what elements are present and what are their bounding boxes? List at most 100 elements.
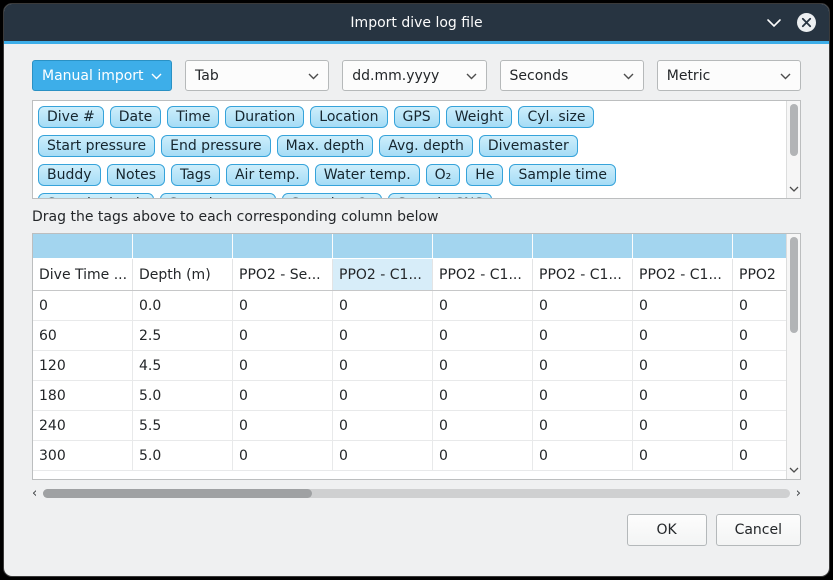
- column-drop-target[interactable]: [633, 234, 733, 258]
- duration-format-combobox[interactable]: Seconds: [500, 60, 644, 91]
- column-drop-target[interactable]: [433, 234, 533, 258]
- table-cell[interactable]: 0: [733, 291, 786, 321]
- scroll-down-icon[interactable]: [787, 180, 800, 196]
- column-drop-target[interactable]: [333, 234, 433, 258]
- table-cell[interactable]: 0: [533, 321, 633, 351]
- table-cell[interactable]: 2.5: [133, 321, 233, 351]
- table-cell[interactable]: 300: [33, 441, 133, 471]
- tag-gps[interactable]: GPS: [394, 106, 440, 128]
- tag-start-pressure[interactable]: Start pressure: [38, 135, 155, 157]
- table-cell[interactable]: 0: [533, 441, 633, 471]
- column-drop-target[interactable]: [733, 234, 786, 258]
- table-cell[interactable]: 0: [233, 441, 333, 471]
- table-cell[interactable]: 0: [333, 321, 433, 351]
- tag-cyl-size[interactable]: Cyl. size: [518, 106, 594, 128]
- column-header[interactable]: Dive Time ...: [33, 259, 133, 290]
- scroll-right-icon[interactable]: ›: [796, 487, 801, 500]
- tag-time[interactable]: Time: [167, 106, 219, 128]
- table-cell[interactable]: 0: [533, 351, 633, 381]
- scrollbar-track[interactable]: [43, 489, 790, 498]
- table-cell[interactable]: 0: [233, 351, 333, 381]
- scrollbar-handle[interactable]: [790, 104, 798, 156]
- table-cell[interactable]: 4.5: [133, 351, 233, 381]
- column-header[interactable]: PPO2 - Se...: [233, 259, 333, 290]
- column-header[interactable]: PPO2: [733, 259, 786, 290]
- table-cell[interactable]: 0: [433, 411, 533, 441]
- tag-end-pressure[interactable]: End pressure: [161, 135, 271, 157]
- close-button[interactable]: [796, 12, 817, 33]
- table-cell[interactable]: 0: [433, 381, 533, 411]
- table-cell[interactable]: 0.0: [133, 291, 233, 321]
- tag-buddy[interactable]: Buddy: [38, 164, 101, 186]
- column-drop-target[interactable]: [33, 234, 133, 258]
- scroll-left-icon[interactable]: ‹: [32, 487, 37, 500]
- table-vertical-scrollbar[interactable]: [786, 234, 800, 479]
- tag-dive[interactable]: Dive #: [38, 106, 104, 128]
- table-cell[interactable]: 5.5: [133, 411, 233, 441]
- table-cell[interactable]: 0: [433, 321, 533, 351]
- table-cell[interactable]: 0: [233, 411, 333, 441]
- table-cell[interactable]: 0: [533, 411, 633, 441]
- tag-he[interactable]: He: [466, 164, 503, 186]
- date-format-combobox[interactable]: dd.mm.yyyy: [342, 60, 486, 91]
- table-cell[interactable]: 0: [733, 321, 786, 351]
- column-drop-target[interactable]: [533, 234, 633, 258]
- tag-sample-depth[interactable]: Sample depth: [38, 193, 154, 198]
- table-cell[interactable]: 0: [433, 351, 533, 381]
- scroll-down-icon[interactable]: [787, 461, 800, 477]
- table-cell[interactable]: 0: [433, 441, 533, 471]
- tag-water-temp[interactable]: Water temp.: [315, 164, 420, 186]
- table-cell[interactable]: 60: [33, 321, 133, 351]
- tag-avg-depth[interactable]: Avg. depth: [379, 135, 473, 157]
- table-horizontal-scrollbar[interactable]: ‹ ›: [32, 485, 801, 501]
- tag-o[interactable]: O₂: [426, 164, 461, 186]
- table-cell[interactable]: 0: [233, 291, 333, 321]
- tag-air-temp[interactable]: Air temp.: [226, 164, 309, 186]
- scrollbar-handle[interactable]: [43, 489, 312, 498]
- table-cell[interactable]: 0: [633, 411, 733, 441]
- tag-tags[interactable]: Tags: [171, 164, 220, 186]
- table-cell[interactable]: 0: [333, 441, 433, 471]
- table-cell[interactable]: 0: [733, 411, 786, 441]
- tag-sample-po[interactable]: Sample pO₂: [282, 193, 382, 198]
- table-cell[interactable]: 0: [733, 351, 786, 381]
- table-cell[interactable]: 0: [633, 381, 733, 411]
- table-cell[interactable]: 180: [33, 381, 133, 411]
- table-cell[interactable]: 120: [33, 351, 133, 381]
- shade-icon[interactable]: [766, 18, 782, 28]
- tag-list-vertical-scrollbar[interactable]: [786, 101, 800, 198]
- table-cell[interactable]: 0: [733, 441, 786, 471]
- table-cell[interactable]: 240: [33, 411, 133, 441]
- table-cell[interactable]: 0: [633, 351, 733, 381]
- tag-date[interactable]: Date: [110, 106, 161, 128]
- field-separator-combobox[interactable]: Tab: [185, 60, 329, 91]
- tag-sample-cns[interactable]: Sample CNS: [388, 193, 492, 198]
- table-cell[interactable]: 0: [633, 291, 733, 321]
- table-cell[interactable]: 0: [533, 291, 633, 321]
- table-cell[interactable]: 0: [233, 321, 333, 351]
- cancel-button[interactable]: Cancel: [716, 514, 801, 546]
- table-cell[interactable]: 0: [333, 411, 433, 441]
- tag-sample-time[interactable]: Sample time: [509, 164, 616, 186]
- column-drop-target[interactable]: [233, 234, 333, 258]
- column-header[interactable]: PPO2 - C1...: [533, 259, 633, 290]
- tag-divemaster[interactable]: Divemaster: [479, 135, 578, 157]
- table-cell[interactable]: 0: [733, 381, 786, 411]
- tag-sample-temp[interactable]: Sample temp.: [160, 193, 276, 198]
- table-cell[interactable]: 0: [433, 291, 533, 321]
- table-cell[interactable]: 0: [333, 291, 433, 321]
- ok-button[interactable]: OK: [627, 514, 707, 546]
- units-combobox[interactable]: Metric: [657, 60, 801, 91]
- table-cell[interactable]: 0: [33, 291, 133, 321]
- tag-duration[interactable]: Duration: [225, 106, 304, 128]
- import-mode-combobox[interactable]: Manual import: [32, 60, 172, 91]
- column-header[interactable]: PPO2 - C1...: [633, 259, 733, 290]
- scrollbar-handle[interactable]: [790, 237, 798, 333]
- table-cell[interactable]: 5.0: [133, 441, 233, 471]
- column-header[interactable]: PPO2 - C1...: [433, 259, 533, 290]
- column-header[interactable]: Depth (m): [133, 259, 233, 290]
- table-cell[interactable]: 0: [533, 381, 633, 411]
- table-cell[interactable]: 0: [633, 441, 733, 471]
- table-cell[interactable]: 0: [233, 381, 333, 411]
- column-drop-target[interactable]: [133, 234, 233, 258]
